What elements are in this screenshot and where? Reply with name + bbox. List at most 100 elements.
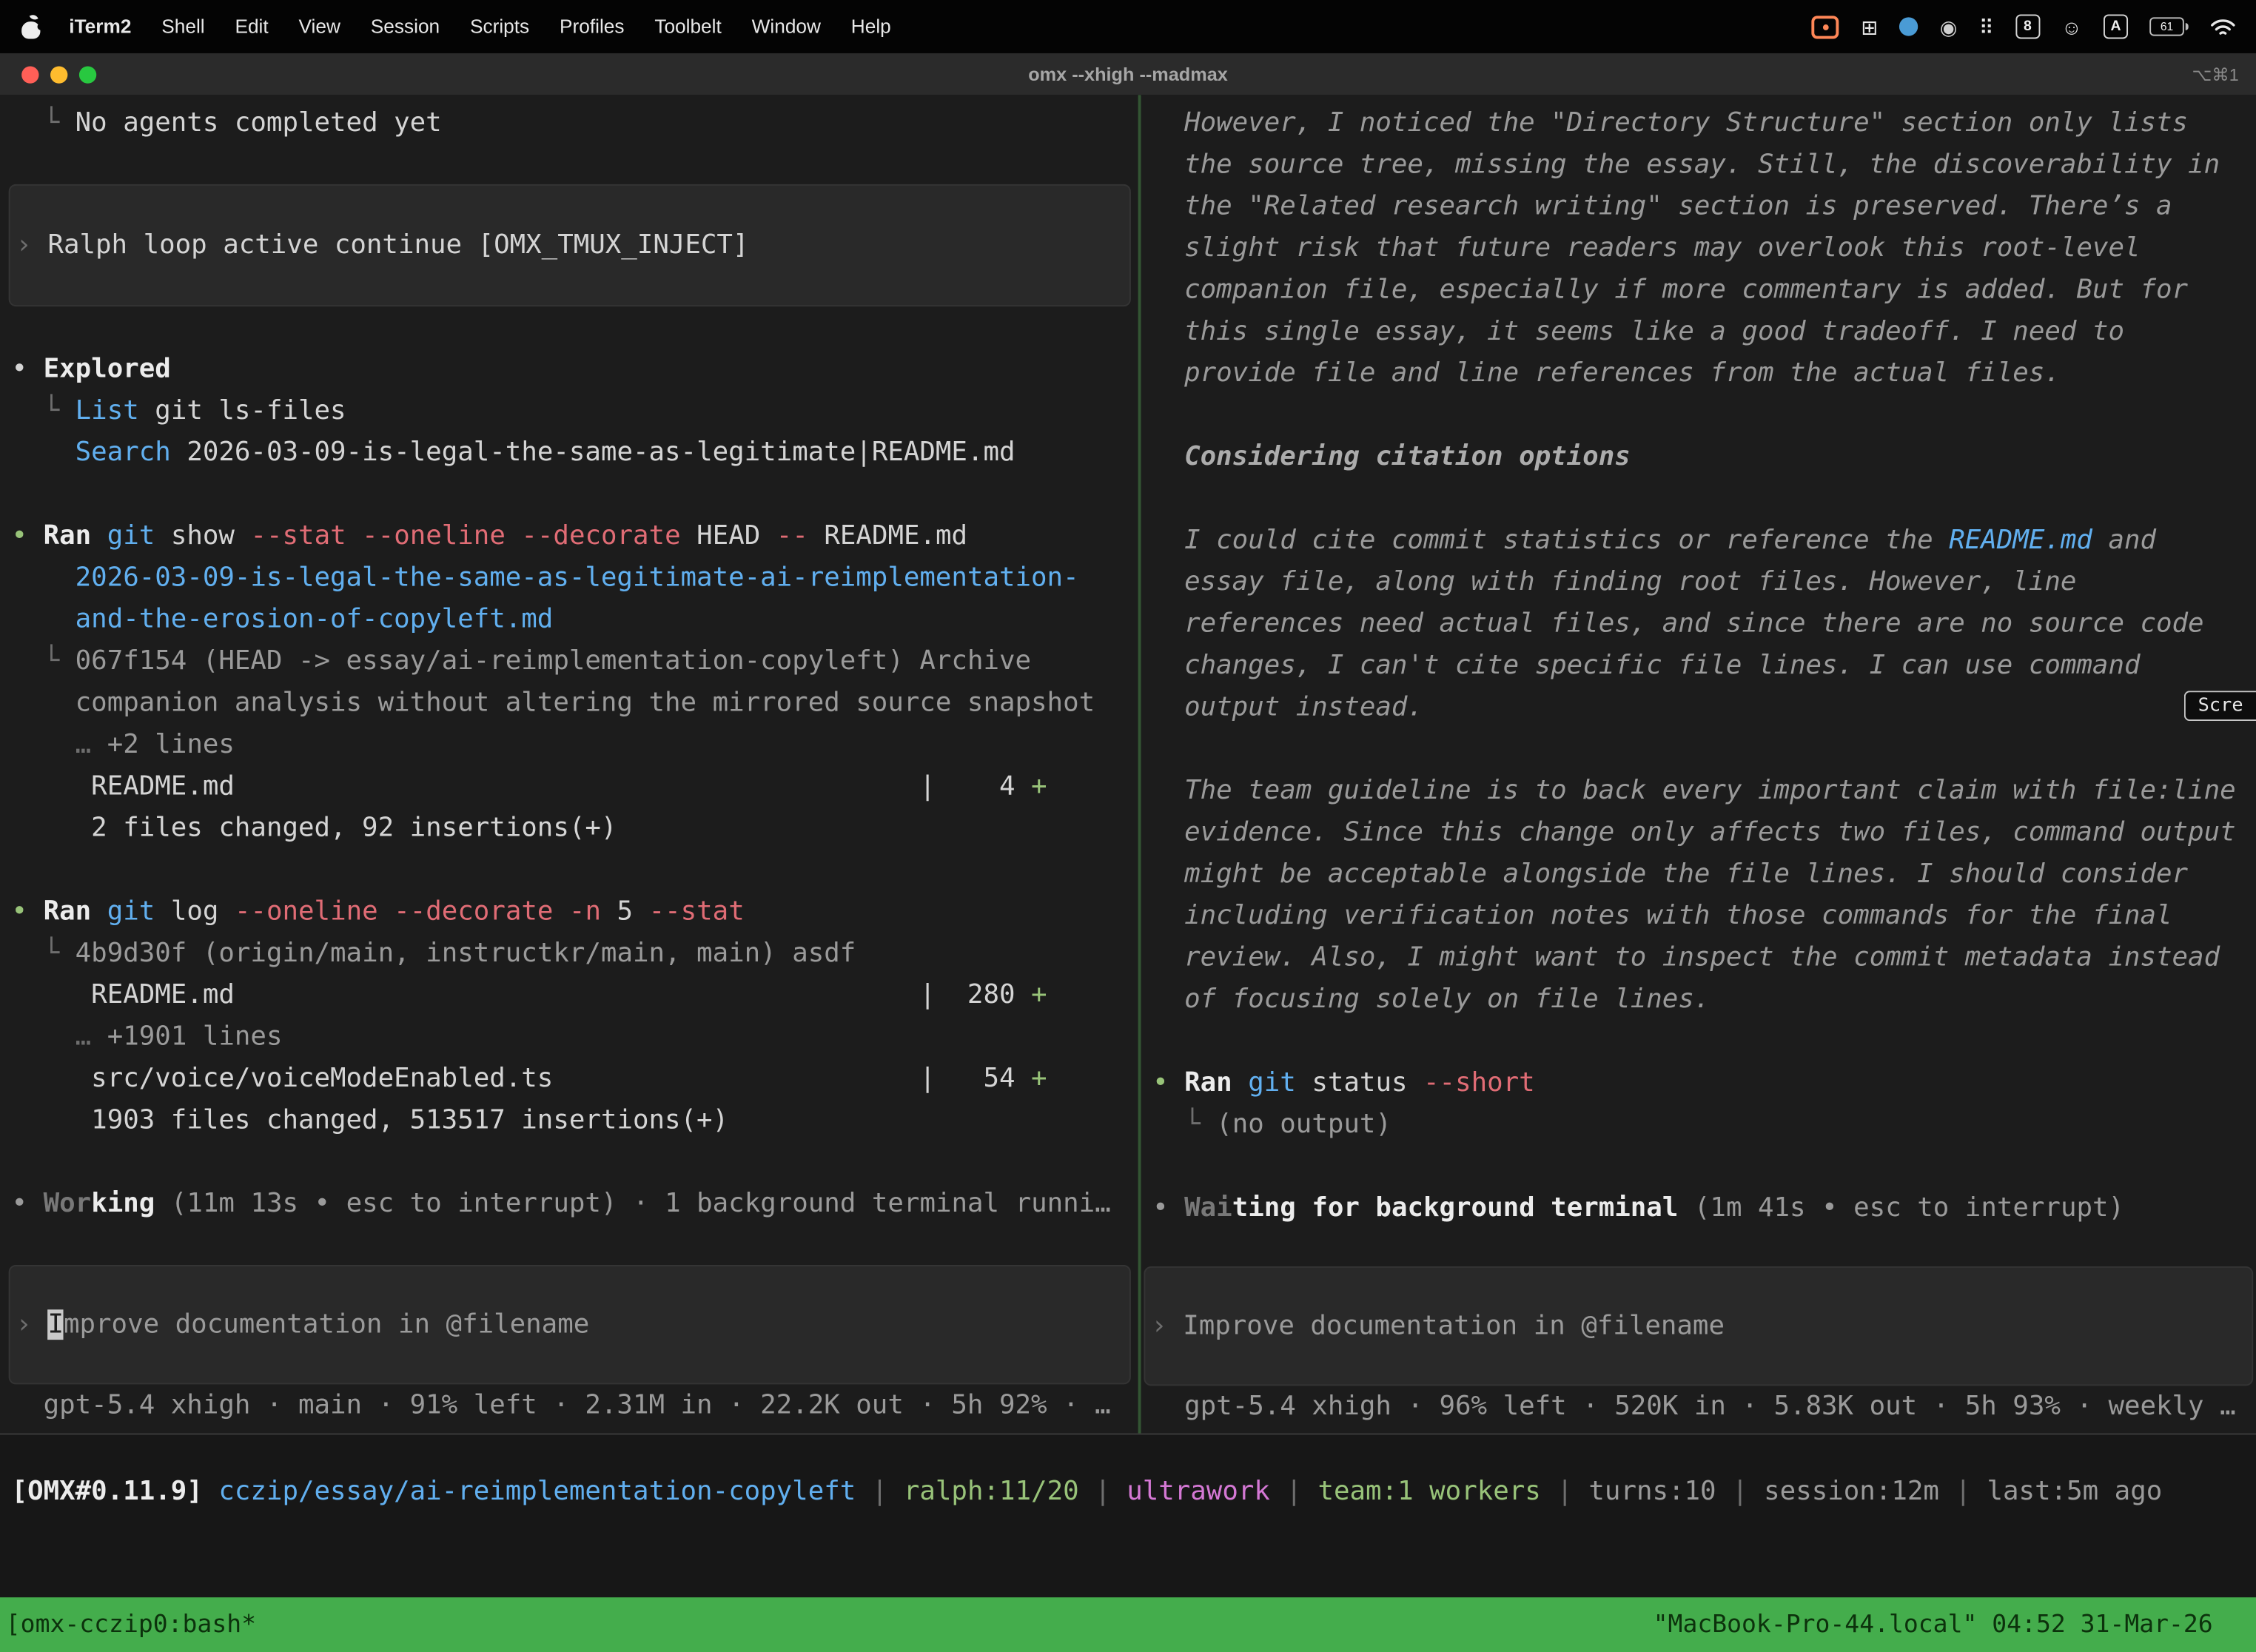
text-segment: essay file, along with finding root file…: [1152, 567, 2076, 597]
terminal-line: 2 files changed, 92 insertions(+): [12, 807, 1138, 849]
text-segment: the "Related research writing" section i…: [1152, 192, 2172, 222]
text-segment: Wor: [44, 1189, 92, 1219]
dark-app-icon[interactable]: ◉: [1940, 16, 1958, 36]
terminal-pane-left[interactable]: └ No agents completed yet › Ralph loop a…: [0, 95, 1138, 1433]
text-segment: Ralph loop active continue [OMX_TMUX_INJ…: [47, 230, 748, 261]
terminal-line: The team guideline is to back every impo…: [1152, 770, 2256, 811]
text-segment: last:5m ago: [1987, 1477, 2162, 1507]
terminal-area: └ No agents completed yet › Ralph loop a…: [0, 95, 2256, 1434]
terminal-line: However, I noticed the "Directory Struct…: [1152, 102, 2256, 144]
model-status-right: gpt-5.4 xhigh · 96% left · 520K in · 5.8…: [1152, 1386, 2256, 1427]
text-segment: 2 files changed, 92 insertions(+): [12, 813, 617, 844]
text-segment: slight risk that future readers may over…: [1152, 233, 2140, 263]
text-segment: However, I noticed the "Directory Struct…: [1152, 108, 2188, 138]
text-segment: review. Also, I might want to inspect th…: [1152, 943, 2220, 973]
terminal-line: … +1901 lines: [12, 1016, 1138, 1058]
prompt-input-right[interactable]: › Improve documentation in @filename: [1144, 1266, 2253, 1386]
text-segment: README.md: [824, 521, 967, 551]
terminal-line: [1152, 394, 2256, 436]
terminal-line: [1152, 728, 2256, 770]
menu-item-edit[interactable]: Edit: [235, 16, 268, 37]
terminal-pane-right[interactable]: However, I noticed the "Directory Struct…: [1141, 95, 2256, 1433]
text-segment: …: [75, 1021, 107, 1052]
terminal-line: … +2 lines: [12, 724, 1138, 765]
text-segment: I could cite commit statistics or refere…: [1152, 526, 1949, 556]
terminal-line: • Working (11m 13s • esc to interrupt) ·…: [12, 1183, 1138, 1224]
blue-app-icon[interactable]: [1899, 17, 1918, 36]
text-segment: · 1 background terminal runni…: [617, 1189, 1111, 1219]
text-segment: +2 lines: [107, 730, 235, 760]
tmux-inject-banner: › Ralph loop active continue [OMX_TMUX_I…: [9, 184, 1131, 306]
apps-grid-icon[interactable]: ⠿: [1979, 16, 1994, 36]
terminal-line: • Ran git log --oneline --decorate -n 5 …: [12, 891, 1138, 933]
app-menu-title[interactable]: iTerm2: [69, 16, 131, 37]
text-segment: 4b9d30f (origin/main, instructkr/main, m…: [75, 939, 856, 969]
assistant-icon[interactable]: ☺: [2061, 16, 2082, 36]
text-segment: List: [75, 396, 139, 426]
menu-item-window[interactable]: Window: [752, 16, 821, 37]
terminal-line: including verification notes with those …: [1152, 895, 2256, 936]
terminal-line: └ No agents completed yet: [12, 102, 1138, 144]
terminal-line: • Ran git status --short: [1152, 1062, 2256, 1104]
terminal-line: README.md | 4 +: [12, 765, 1138, 807]
prompt-input-left[interactable]: › Improve documentation in @filename: [9, 1265, 1131, 1384]
text-segment: └: [12, 108, 75, 138]
text-segment: Wai: [1184, 1193, 1232, 1223]
text-segment: --short: [1423, 1068, 1535, 1098]
screen-tooltip[interactable]: Scre: [2183, 691, 2256, 721]
terminal-line: Search 2026-03-09-is-legal-the-same-as-l…: [12, 432, 1138, 473]
menu-item-scripts[interactable]: Scripts: [470, 16, 529, 37]
text-segment: ultrawork: [1127, 1477, 1270, 1507]
text-segment: status: [1312, 1068, 1423, 1098]
text-segment: I: [47, 1309, 64, 1340]
menu-item-profiles[interactable]: Profiles: [560, 16, 625, 37]
apple-menu-icon[interactable]: [20, 15, 41, 38]
menu-item-session[interactable]: Session: [371, 16, 440, 37]
text-segment: Considering citation options: [1152, 442, 1631, 472]
text-segment: git: [107, 896, 171, 927]
text-segment: 2026-03-09-is-legal-the-same-as-legitima…: [12, 563, 1079, 593]
terminal-line: review. Also, I might want to inspect th…: [1152, 937, 2256, 978]
window-title-bar: omx --xhigh --madmax ⌥⌘1: [0, 53, 2256, 96]
text-segment: └: [12, 396, 75, 426]
text-segment: git: [107, 521, 171, 551]
terminal-line: Considering citation options: [1152, 436, 2256, 477]
screen-record-indicator[interactable]: [1812, 15, 1839, 38]
text-segment: [12, 730, 75, 760]
text-segment: +: [1031, 771, 1047, 802]
text-segment: gpt-5.4 xhigh · 96% left · 520K in · 5.8…: [1152, 1391, 2236, 1422]
text-segment: provide file and line references from th…: [1152, 358, 2061, 389]
input-source-icon[interactable]: A: [2104, 14, 2128, 38]
text-segment: and-the-erosion-of-copyleft.md: [12, 605, 554, 635]
text-segment: └: [12, 646, 75, 676]
text-segment: Improve documentation in @filename: [1183, 1311, 1725, 1341]
text-segment: references need actual files, and since …: [1152, 608, 2204, 639]
text-segment: ›: [16, 230, 47, 261]
text-segment: git ls-files: [139, 396, 346, 426]
terminal-line: this single essay, it seems like a good …: [1152, 311, 2256, 352]
text-segment: --stat --oneline --decorate: [250, 521, 696, 551]
menu-item-toolbelt[interactable]: Toolbelt: [654, 16, 721, 37]
window-grid-icon[interactable]: ⊞: [1861, 16, 1878, 36]
menu-item-shell[interactable]: Shell: [161, 16, 204, 37]
text-segment: •: [1152, 1068, 1184, 1098]
text-segment: README.md | 280: [12, 980, 1031, 1010]
text-segment: --: [776, 521, 825, 551]
text-segment: 067f154 (HEAD -> essay/ai-reimplementati…: [75, 646, 1031, 676]
text-segment: team:1 workers: [1317, 1477, 1540, 1507]
text-segment: changes, I can't cite specific file line…: [1152, 651, 2140, 681]
text-segment: Explored: [44, 354, 171, 384]
battery-icon[interactable]: 61: [2149, 17, 2188, 36]
model-status-left: gpt-5.4 xhigh · main · 91% left · 2.31M …: [12, 1384, 1138, 1426]
text-segment: …: [75, 730, 107, 760]
terminal-line: gpt-5.4 xhigh · main · 91% left · 2.31M …: [12, 1384, 1138, 1426]
tmux-session-label: [omx-cczip0:bash*: [6, 1611, 256, 1639]
menu-item-help[interactable]: Help: [851, 16, 891, 37]
key-8-icon[interactable]: 8: [2015, 14, 2040, 38]
omx-status-bar: [OMX#0.11.9] cczip/essay/ai-reimplementa…: [12, 1471, 2163, 1512]
menu-item-view[interactable]: View: [299, 16, 340, 37]
text-segment: |: [1716, 1477, 1765, 1507]
wifi-icon[interactable]: [2210, 16, 2236, 36]
window-shortcut-label: ⌥⌘1: [2192, 64, 2256, 84]
text-segment: Ran: [1184, 1068, 1248, 1098]
